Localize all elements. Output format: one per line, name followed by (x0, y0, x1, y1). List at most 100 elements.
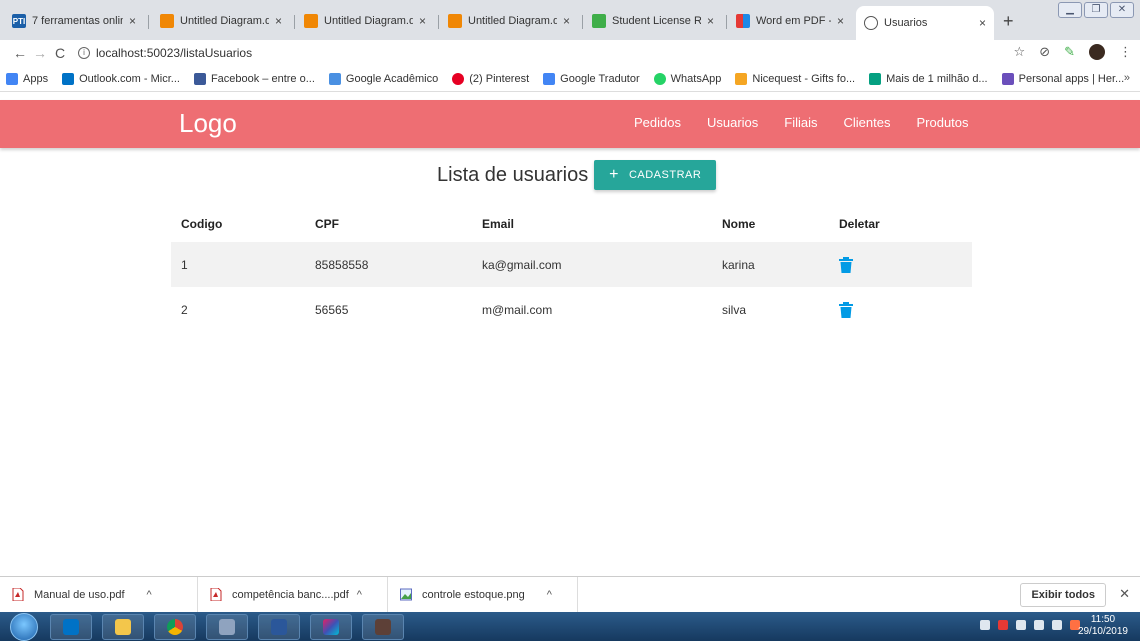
bookmark-label: Mais de 1 milhão d... (886, 72, 988, 85)
table-header-row: Codigo CPF Email Nome Deletar (171, 206, 972, 242)
chevron-up-icon[interactable]: ^ (547, 589, 552, 601)
license-icon (592, 14, 606, 28)
maximize-icon[interactable]: ❐ (1084, 2, 1108, 18)
app-icon (219, 619, 235, 635)
system-tray (980, 620, 1080, 630)
download-item[interactable]: controle estoque.png ^ (388, 577, 578, 612)
nav-link-produtos[interactable]: Produtos (916, 115, 968, 130)
bookmark-item[interactable]: Apps (6, 72, 48, 85)
reload-icon[interactable]: C (50, 45, 70, 61)
close-window-icon[interactable]: ✕ (1110, 2, 1134, 18)
menu-icon[interactable]: ⋮ (1119, 44, 1132, 60)
heroku-icon (1001, 72, 1014, 85)
cell-nome: silva (722, 302, 747, 317)
nav-links: Pedidos Usuarios Filiais Clientes Produt… (634, 115, 995, 130)
new-tab-button[interactable]: + (1003, 10, 1014, 32)
browser-tab[interactable]: Untitled Diagram.d × (440, 10, 578, 32)
bookmark-item[interactable]: Outlook.com - Micr... (62, 72, 180, 85)
taskbar-app[interactable] (310, 614, 352, 640)
tab-title: Word em PDF - Co (756, 15, 831, 27)
close-tab-icon[interactable]: × (837, 14, 844, 28)
extension-icon[interactable]: ⊘ (1039, 44, 1050, 60)
chevron-up-icon[interactable]: ^ (357, 589, 362, 601)
system-clock[interactable]: 11:50 29/10/2019 (1078, 614, 1128, 638)
security-icon[interactable] (998, 620, 1008, 630)
browser-tab-strip: PTI 7 ferramentas onlin × Untitled Diagr… (0, 0, 1140, 40)
signal-icon[interactable] (1052, 620, 1062, 630)
heading-row: Lista de usuarios + CADASTRAR (437, 160, 717, 190)
bookmark-item[interactable]: WhatsApp (653, 72, 721, 85)
word-icon (271, 619, 287, 635)
close-tab-icon[interactable]: × (707, 14, 714, 28)
bookmark-item[interactable]: (2) Pinterest (452, 72, 530, 85)
close-tab-icon[interactable]: × (563, 14, 570, 28)
close-tab-icon[interactable]: × (419, 14, 426, 28)
drawio-icon (304, 14, 318, 28)
bookmark-item[interactable]: Nicequest - Gifts fo... (735, 72, 856, 85)
url-text[interactable]: localhost:50023/listaUsuarios (96, 46, 252, 60)
clock-time: 11:50 (1090, 614, 1116, 625)
browser-tab[interactable]: PTI 7 ferramentas onlin × (4, 10, 144, 32)
close-tab-icon[interactable]: × (979, 16, 986, 30)
page-title: Lista de usuarios (437, 163, 589, 186)
taskbar-explorer[interactable] (102, 614, 144, 640)
cadastrar-button[interactable]: + CADASTRAR (594, 160, 717, 190)
browser-tab[interactable]: Student License Re × (584, 10, 722, 32)
trash-icon[interactable] (839, 301, 853, 318)
start-button[interactable] (10, 613, 38, 641)
browser-tab[interactable]: Word em PDF - Co × (728, 10, 852, 32)
download-item[interactable]: competência banc....pdf ^ (198, 577, 388, 612)
nav-link-clientes[interactable]: Clientes (844, 115, 891, 130)
downloads-bar: Manual de uso.pdf ^ competência banc....… (0, 576, 1140, 612)
forward-icon[interactable]: → (30, 45, 50, 61)
trash-icon[interactable] (839, 256, 853, 273)
bookmark-item[interactable]: Google Acadêmico (328, 72, 438, 85)
minimize-icon[interactable]: ▁ (1058, 2, 1082, 18)
pinterest-icon (452, 72, 465, 85)
taskbar-chrome[interactable] (154, 614, 196, 640)
download-item[interactable]: Manual de uso.pdf ^ (0, 577, 198, 612)
site-logo[interactable]: Logo (179, 108, 237, 139)
bookmarks-bar: Apps Outlook.com - Micr... Facebook – en… (0, 66, 1140, 92)
close-downloads-icon[interactable]: ✕ (1119, 586, 1130, 602)
chevron-up-icon[interactable]: ^ (147, 589, 152, 601)
nav-link-filiais[interactable]: Filiais (784, 115, 817, 130)
toolbar-actions: ☆ ⊘ ✎ ⋮ (1014, 44, 1132, 60)
table-row: 1 85858558 ka@gmail.com karina (171, 242, 972, 287)
bookmark-label: (2) Pinterest (469, 72, 530, 85)
network-icon[interactable] (1016, 620, 1026, 630)
tab-separator (582, 15, 583, 29)
bookmark-item[interactable]: Mais de 1 milhão d... (869, 72, 988, 85)
back-icon[interactable]: ← (10, 45, 30, 61)
bookmark-item[interactable]: Facebook – entre o... (193, 72, 315, 85)
taskbar-app[interactable] (206, 614, 248, 640)
close-tab-icon[interactable]: × (275, 14, 282, 28)
close-tab-icon[interactable]: × (129, 14, 136, 28)
pdf-file-icon (210, 588, 222, 601)
site-info-icon[interactable]: i (78, 47, 90, 59)
extension-icon[interactable]: ✎ (1064, 44, 1075, 60)
tab-title: Untitled Diagram.d (324, 15, 413, 27)
show-all-downloads-button[interactable]: Exibir todos (1020, 583, 1106, 607)
nav-link-usuarios[interactable]: Usuarios (707, 115, 758, 130)
bookmark-star-icon[interactable]: ☆ (1014, 44, 1026, 60)
bookmark-label: Nicequest - Gifts fo... (752, 72, 856, 85)
taskbar-outlook[interactable] (50, 614, 92, 640)
browser-tab[interactable]: Untitled Diagram.d × (152, 10, 290, 32)
translate-icon (543, 72, 556, 85)
volume-icon[interactable] (980, 620, 990, 630)
address-bar[interactable]: i localhost:50023/listaUsuarios (78, 46, 252, 60)
nav-link-pedidos[interactable]: Pedidos (634, 115, 681, 130)
bookmark-item[interactable]: Google Tradutor (543, 72, 640, 85)
speaker-icon[interactable] (1034, 620, 1044, 630)
bookmark-item[interactable]: Personal apps | Her... (1001, 72, 1124, 85)
taskbar-app[interactable] (362, 614, 404, 640)
taskbar-word[interactable] (258, 614, 300, 640)
more-bookmarks-icon[interactable]: » (1124, 72, 1130, 84)
outlook-icon (62, 72, 75, 85)
browser-tab-active[interactable]: Usuarios × (856, 6, 994, 40)
profile-avatar[interactable] (1089, 44, 1105, 60)
browser-tab[interactable]: Untitled Diagram.d × (296, 10, 434, 32)
facebook-icon (193, 72, 206, 85)
tab-separator (294, 15, 295, 29)
